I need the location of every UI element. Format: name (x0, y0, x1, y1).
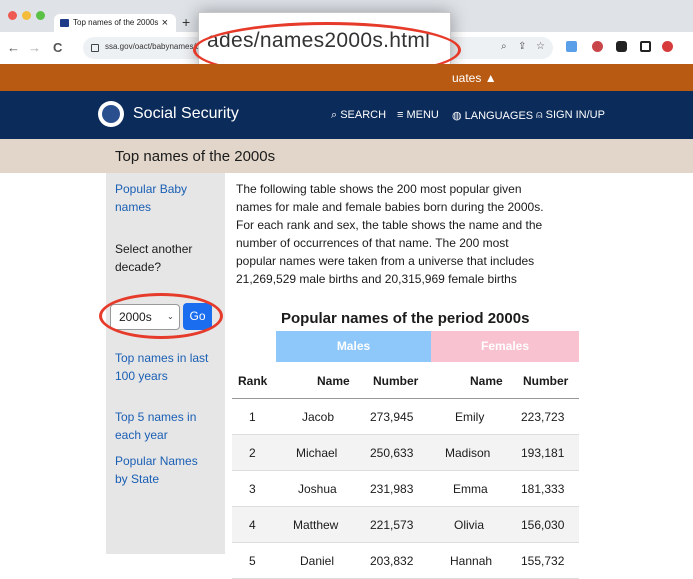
nav-search[interactable]: ⌕ SEARCH (331, 109, 386, 122)
male-name-cell: Daniel (300, 554, 335, 568)
nav-menu[interactable]: ≡ MENU (397, 109, 439, 121)
male-number-cell: 221,573 (370, 518, 414, 532)
header-female-name: Name (470, 374, 503, 388)
table-row: 2 Michael 250,633 Madison 193,181 (232, 435, 579, 471)
rank-cell: 5 (249, 554, 256, 568)
share-icon[interactable]: ⇪ (518, 41, 526, 52)
url-text: ssa.gov/oact/babynames/de (105, 42, 205, 51)
male-number-cell: 203,832 (370, 554, 414, 568)
minimize-window-dot[interactable] (22, 11, 31, 20)
page-title-bar: Top names of the 2000s (0, 139, 693, 173)
extension-icon[interactable] (566, 41, 577, 52)
female-number-cell: 156,030 (521, 518, 565, 532)
male-name-cell: Matthew (293, 518, 339, 532)
table-caption: Popular names of the period 2000s (281, 310, 530, 327)
header-male-number: Number (373, 374, 419, 388)
table-row: 3 Joshua 231,983 Emma 181,333 (232, 471, 579, 507)
site-header: Social Security ⌕ SEARCH ≡ MENU ◍ LANGUA… (0, 91, 693, 139)
nav-sign-in[interactable]: ⍝ SIGN IN/UP (536, 109, 605, 122)
table-row: 4 Matthew 221,573 Olivia 156,030 (232, 507, 579, 543)
male-name-cell: Joshua (298, 482, 337, 496)
header-female-number: Number (523, 374, 569, 388)
close-tab-icon[interactable]: × (162, 14, 168, 32)
header-male-name: Name (317, 374, 350, 388)
table-row: 5 Daniel 203,832 Hannah 155,732 (232, 543, 579, 579)
graduates-banner: uates ▲ (0, 64, 693, 91)
popular-baby-names-link[interactable]: Popular Baby names (115, 180, 187, 216)
rank-cell: 3 (249, 482, 256, 496)
male-number-cell: 231,983 (370, 482, 414, 496)
bookmark-star-icon[interactable]: ☆ (536, 41, 545, 52)
males-group-header: Males (276, 331, 431, 362)
maximize-window-dot[interactable] (36, 11, 45, 20)
female-name-cell: Olivia (454, 518, 485, 532)
banner-text[interactable]: uates ▲ (452, 71, 497, 85)
top-5-names-link[interactable]: Top 5 names in each year (115, 408, 196, 444)
female-number-cell: 223,723 (521, 410, 565, 424)
browser-tab[interactable]: Top names of the 2000s × (54, 14, 176, 32)
ssa-seal-icon[interactable] (98, 101, 124, 127)
female-name-cell: Madison (445, 446, 491, 460)
female-name-cell: Emily (455, 410, 485, 424)
sidebar-toggle-icon[interactable] (640, 41, 651, 52)
male-name-cell: Jacob (302, 410, 335, 424)
female-number-cell: 193,181 (521, 446, 565, 460)
female-number-cell: 181,333 (521, 482, 565, 496)
table-row: 1 Jacob 273,945 Emily 223,723 (232, 399, 579, 435)
select-highlight-ellipse (99, 293, 223, 339)
extensions-puzzle-icon[interactable] (616, 41, 627, 52)
females-group-header: Females (431, 331, 579, 362)
ssa-favicon-icon (60, 19, 69, 27)
extension-record-icon[interactable] (592, 41, 603, 52)
intro-paragraph: The following table shows the 200 most p… (236, 182, 544, 286)
new-tab-button[interactable]: + (182, 14, 190, 30)
back-button[interactable]: ← (7, 40, 20, 56)
reload-button[interactable]: C (53, 40, 62, 56)
female-number-cell: 155,732 (521, 554, 565, 568)
tab-title: Top names of the 2000s (73, 18, 159, 27)
site-brand[interactable]: Social Security (133, 105, 239, 123)
header-rank: Rank (238, 374, 268, 388)
male-name-cell: Michael (296, 446, 338, 460)
rank-cell: 4 (249, 518, 256, 532)
male-number-cell: 273,945 (370, 410, 414, 424)
lock-icon (91, 44, 99, 52)
names-by-state-link[interactable]: Popular Names by State (115, 452, 198, 488)
nav-languages[interactable]: ◍ LANGUAGES (452, 109, 533, 122)
profile-avatar-icon[interactable] (662, 41, 673, 52)
male-number-cell: 250,633 (370, 446, 414, 460)
female-name-cell: Emma (453, 482, 488, 496)
female-name-cell: Hannah (450, 554, 493, 568)
rank-cell: 2 (249, 446, 256, 460)
top-names-100-years-link[interactable]: Top names in last 100 years (115, 349, 208, 385)
page-title: Top names of the 2000s (115, 148, 276, 165)
forward-button[interactable]: → (28, 40, 41, 56)
close-window-dot[interactable] (8, 11, 17, 20)
zoom-icon[interactable]: ⌕ (501, 41, 507, 52)
select-decade-label: Select another decade? (115, 242, 193, 274)
rank-cell: 1 (249, 410, 256, 424)
